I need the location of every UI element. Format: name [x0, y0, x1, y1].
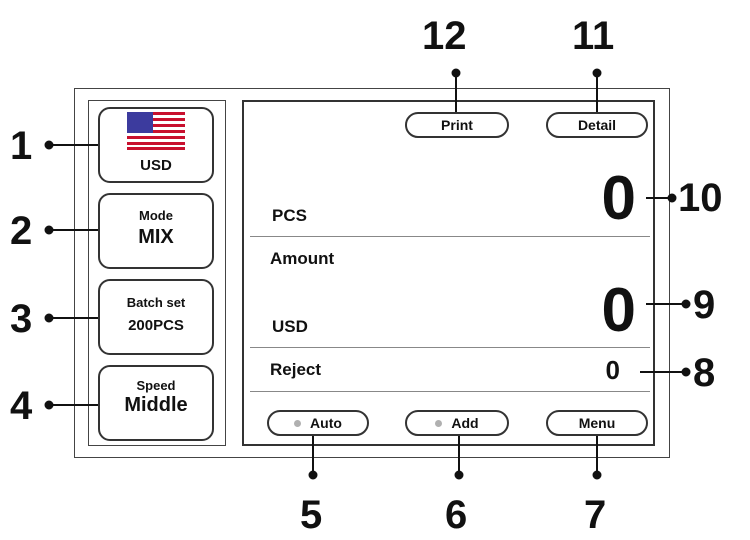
callout-9: 9	[693, 283, 716, 327]
callout-2: 2	[10, 209, 33, 253]
callout-leaders	[44, 68, 691, 480]
callout-11: 11	[572, 14, 615, 58]
callout-3: 3	[10, 297, 33, 341]
callout-4: 4	[10, 384, 33, 428]
callout-6: 6	[445, 493, 468, 537]
callout-10: 10	[678, 176, 723, 220]
callout-12: 12	[422, 14, 467, 58]
callout-8: 8	[693, 351, 716, 395]
callout-1: 1	[10, 124, 33, 168]
callout-5: 5	[300, 493, 323, 537]
callout-7: 7	[584, 493, 607, 537]
